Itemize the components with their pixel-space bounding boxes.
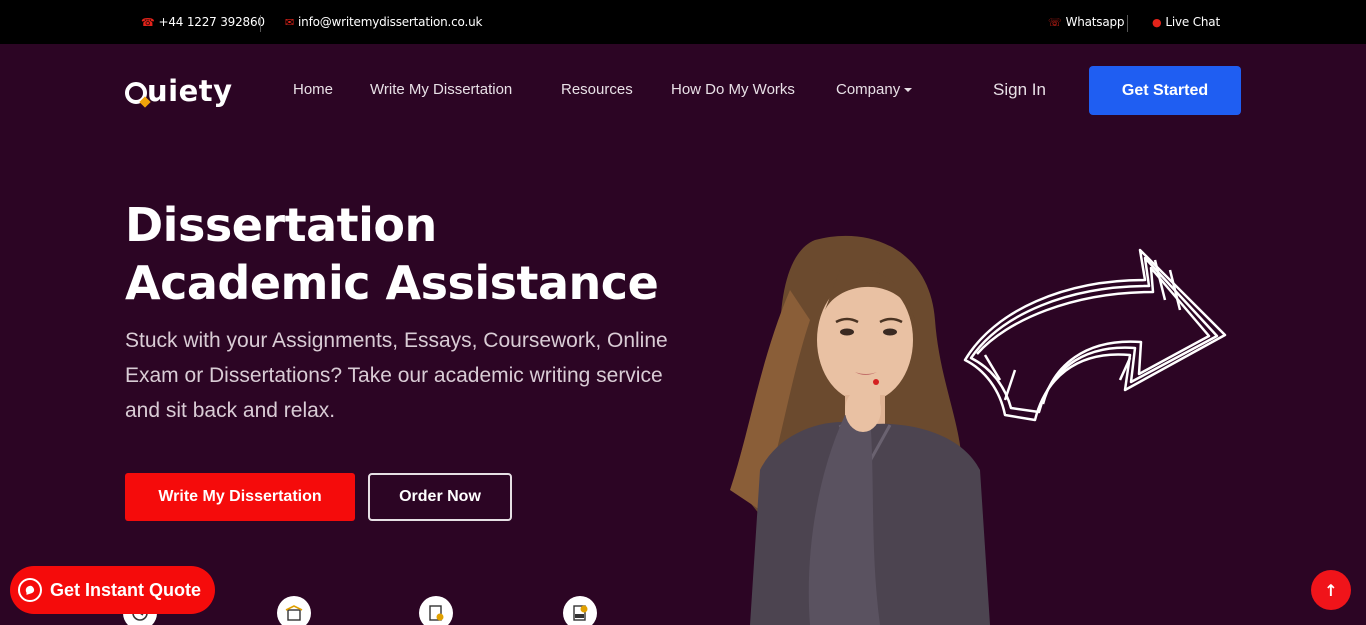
- phone-link[interactable]: ☎ +44 1227 392860: [141, 15, 265, 29]
- feature-graduation-icon: [277, 596, 311, 625]
- nav-company-dropdown[interactable]: Company: [836, 81, 913, 98]
- back-to-top-button[interactable]: ↑: [1311, 570, 1351, 610]
- write-my-dissertation-button[interactable]: Write My Dissertation: [125, 473, 355, 521]
- feature-pdf-icon: [563, 596, 597, 625]
- livechat-label: Live Chat: [1165, 15, 1220, 29]
- email-link[interactable]: ✉ info@writemydissertation.co.uk: [285, 15, 482, 29]
- nav-company-label: Company: [836, 81, 901, 98]
- whatsapp-icon: ☏: [1048, 15, 1062, 29]
- logo-text: uiety: [147, 74, 233, 108]
- q-logo-icon: [125, 82, 147, 104]
- nav-how-do-my-works[interactable]: How Do My Works: [671, 81, 795, 98]
- whatsapp-link[interactable]: ☏ Whatsapp: [1048, 15, 1125, 29]
- whatsapp-label: Whatsapp: [1065, 15, 1125, 29]
- hero-subtitle: Stuck with your Assignments, Essays, Cou…: [125, 329, 668, 422]
- get-started-button[interactable]: Get Started: [1089, 66, 1241, 115]
- phone-number: +44 1227 392860: [158, 15, 266, 29]
- nav-resources[interactable]: Resources: [561, 81, 633, 98]
- whatsapp-icon: [18, 578, 42, 602]
- caret-down-icon: [904, 88, 913, 93]
- hero-title-line1: Dissertation: [125, 198, 437, 252]
- chat-icon: ●: [1152, 15, 1162, 29]
- divider: [1127, 15, 1128, 32]
- hero-title-line2: Academic Assistance: [125, 256, 659, 310]
- get-instant-quote-button[interactable]: Get Instant Quote: [10, 566, 215, 614]
- sign-in-link[interactable]: Sign In: [993, 80, 1046, 100]
- order-now-button[interactable]: Order Now: [368, 473, 512, 521]
- quote-label: Get Instant Quote: [50, 579, 202, 600]
- arrow-up-icon: ↑: [1324, 580, 1338, 600]
- livechat-link[interactable]: ● Live Chat: [1152, 15, 1220, 29]
- envelope-icon: ✉: [285, 15, 295, 29]
- email-address: info@writemydissertation.co.uk: [298, 15, 483, 29]
- nav-home[interactable]: Home: [293, 81, 333, 98]
- divider: [260, 15, 261, 32]
- phone-icon: ☎: [141, 15, 155, 29]
- brand-logo[interactable]: uiety: [125, 73, 233, 109]
- top-bar: ☎ +44 1227 392860 ✉ info@writemydisserta…: [0, 0, 1366, 44]
- hero-title: Dissertation Academic Assistance: [125, 196, 659, 312]
- feature-document-check-icon: [419, 596, 453, 625]
- nav-write-my-dissertation[interactable]: Write My Dissertation: [370, 81, 512, 98]
- sketched-arrow-icon: [963, 248, 1227, 422]
